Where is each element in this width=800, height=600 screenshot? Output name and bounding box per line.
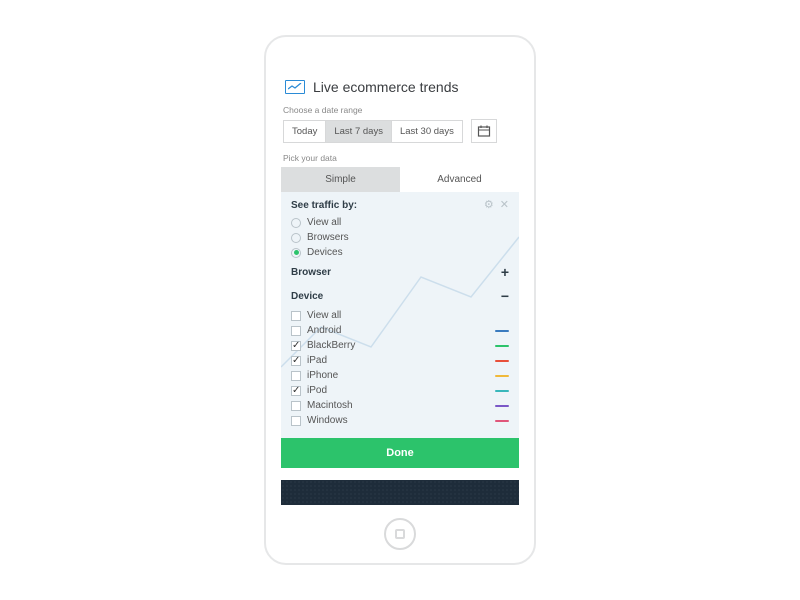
checkbox-icon [291, 371, 301, 381]
color-swatch [495, 420, 509, 422]
date-range-group: Today Last 7 days Last 30 days [283, 120, 463, 143]
calendar-icon [477, 124, 491, 138]
tab-simple[interactable]: Simple [281, 167, 400, 192]
home-button[interactable] [384, 518, 416, 550]
close-icon[interactable]: ✕ [500, 200, 509, 211]
device-iphone[interactable]: iPhone [291, 368, 509, 383]
checkbox-icon [291, 416, 301, 426]
radio-label: Browsers [307, 232, 349, 243]
radio-icon [291, 233, 301, 243]
settings-icon[interactable]: ⚙ [484, 200, 494, 211]
device-macintosh[interactable]: Macintosh [291, 398, 509, 413]
device-label: iPad [307, 355, 495, 366]
date-today[interactable]: Today [284, 121, 326, 142]
filter-title: See traffic by: [291, 200, 357, 211]
radio-view-all[interactable]: View all [291, 215, 509, 230]
checkbox-icon [291, 401, 301, 411]
group-device[interactable]: Device − [291, 284, 509, 308]
checkbox-icon [291, 311, 301, 321]
device-blackberry[interactable]: BlackBerry [291, 338, 509, 353]
calendar-button[interactable] [471, 119, 497, 143]
checkbox-icon [291, 386, 301, 396]
device-label: iPhone [307, 370, 495, 381]
device-view-all[interactable]: View all [291, 308, 509, 323]
footer-map [281, 480, 519, 505]
date-last7[interactable]: Last 7 days [326, 121, 392, 142]
color-swatch [495, 390, 509, 392]
checkbox-icon [291, 356, 301, 366]
checkbox-icon [291, 326, 301, 336]
device-label: Macintosh [307, 400, 495, 411]
color-swatch [495, 375, 509, 377]
date-row: Today Last 7 days Last 30 days [281, 119, 519, 151]
color-swatch [495, 330, 509, 332]
device-android[interactable]: Android [291, 323, 509, 338]
color-swatch [495, 405, 509, 407]
tab-advanced[interactable]: Advanced [400, 167, 519, 192]
date-label: Choose a date range [281, 103, 519, 119]
screen: Live ecommerce trends Choose a date rang… [281, 75, 519, 505]
done-button[interactable]: Done [281, 438, 519, 468]
radio-label: Devices [307, 247, 343, 258]
minus-icon: − [501, 288, 509, 304]
home-button-icon [395, 529, 405, 539]
group-label: Browser [291, 267, 331, 278]
device-label: Windows [307, 415, 495, 426]
header: Live ecommerce trends [281, 75, 519, 103]
panel: Simple Advanced See traffic by: ⚙ ✕ View… [281, 167, 519, 468]
group-label: Device [291, 291, 323, 302]
radio-browsers[interactable]: Browsers [291, 230, 509, 245]
mode-tabbar: Simple Advanced [281, 167, 519, 192]
radio-icon [291, 248, 301, 258]
pick-label: Pick your data [281, 151, 519, 167]
color-swatch [495, 345, 509, 347]
chart-icon [285, 80, 305, 94]
device-label: iPod [307, 385, 495, 396]
device-label: View all [307, 310, 509, 321]
plus-icon: + [501, 264, 509, 280]
device-label: BlackBerry [307, 340, 495, 351]
date-last30[interactable]: Last 30 days [392, 121, 462, 142]
radio-devices[interactable]: Devices [291, 245, 509, 260]
radio-icon [291, 218, 301, 228]
device-label: Android [307, 325, 495, 336]
device-windows[interactable]: Windows [291, 413, 509, 428]
radio-label: View all [307, 217, 341, 228]
device-ipod[interactable]: iPod [291, 383, 509, 398]
color-swatch [495, 360, 509, 362]
group-browser[interactable]: Browser + [291, 260, 509, 284]
device-ipad[interactable]: iPad [291, 353, 509, 368]
page-title: Live ecommerce trends [313, 79, 459, 95]
checkbox-icon [291, 341, 301, 351]
phone-frame: Live ecommerce trends Choose a date rang… [264, 35, 536, 565]
